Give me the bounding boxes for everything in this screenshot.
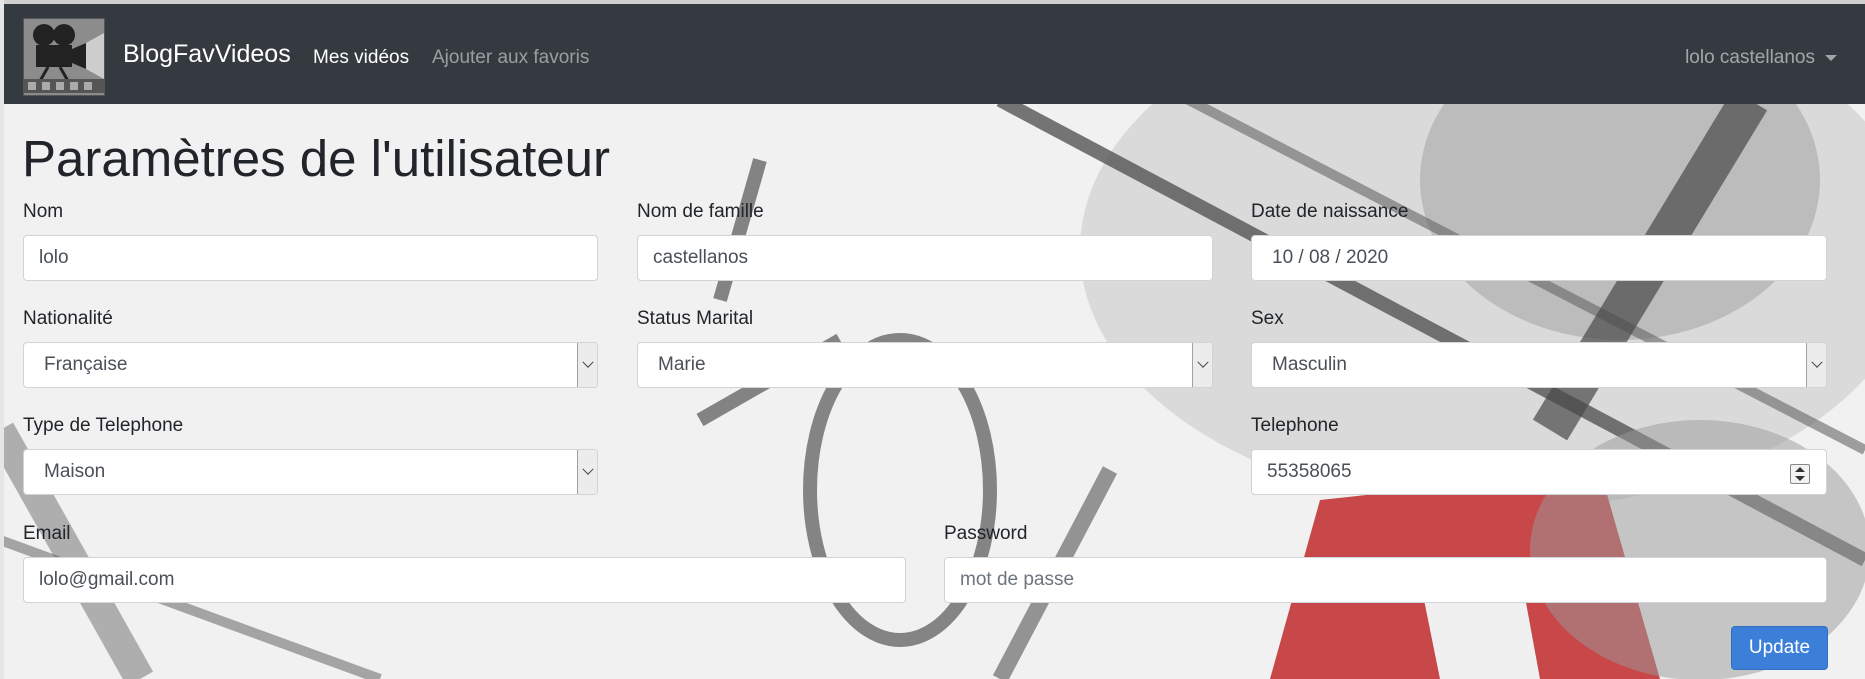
nationalite-select[interactable]: Française <box>23 342 598 388</box>
email-label: Email <box>23 523 71 544</box>
status-marital-select[interactable]: Marie <box>637 342 1213 388</box>
film-camera-logo[interactable] <box>23 18 105 96</box>
sex-selected: Masculin <box>1272 354 1347 375</box>
status-marital-label: Status Marital <box>637 308 754 329</box>
update-button[interactable]: Update <box>1731 626 1828 670</box>
caret-down-icon <box>1825 54 1837 61</box>
telephone-field[interactable]: 55358065 <box>1251 449 1827 495</box>
number-spinner-icon[interactable] <box>1790 464 1810 484</box>
nom-famille-label: Nom de famille <box>637 201 764 222</box>
nationalite-label: Nationalité <box>23 308 113 329</box>
type-telephone-selected: Maison <box>44 461 106 482</box>
nom-field[interactable]: lolo <box>23 235 598 281</box>
chevron-down-icon[interactable] <box>577 343 597 387</box>
password-field[interactable]: mot de passe <box>944 557 1827 603</box>
nav-link-ajouter-favoris[interactable]: Ajouter aux favoris <box>432 48 589 67</box>
nav-link-mes-videos[interactable]: Mes vidéos <box>313 48 409 67</box>
date-naissance-label: Date de naissance <box>1251 201 1409 222</box>
nationalite-selected: Française <box>44 354 128 375</box>
user-dropdown[interactable]: lolo castellanos <box>1685 48 1837 67</box>
telephone-label: Telephone <box>1251 415 1339 436</box>
navbar-brand[interactable]: BlogFavVideos <box>123 42 291 67</box>
chevron-down-icon[interactable] <box>577 450 597 494</box>
chevron-down-icon[interactable] <box>1192 343 1212 387</box>
user-name: lolo castellanos <box>1685 47 1815 68</box>
date-naissance-field[interactable]: 10 / 08 / 2020 <box>1251 235 1827 281</box>
chevron-down-icon[interactable] <box>1806 343 1826 387</box>
telephone-value: 55358065 <box>1267 461 1352 482</box>
password-label: Password <box>944 523 1028 544</box>
sex-label: Sex <box>1251 308 1284 329</box>
nom-famille-field[interactable]: castellanos <box>637 235 1213 281</box>
sex-select[interactable]: Masculin <box>1251 342 1827 388</box>
type-telephone-select[interactable]: Maison <box>23 449 598 495</box>
type-telephone-label: Type de Telephone <box>23 415 184 436</box>
navbar: BlogFavVideos Mes vidéos Ajouter aux fav… <box>4 4 1865 104</box>
status-marital-selected: Marie <box>658 354 706 375</box>
nom-label: Nom <box>23 201 64 222</box>
email-field[interactable]: lolo@gmail.com <box>23 557 906 603</box>
page-title: Paramètres de l'utilisateur <box>22 130 610 187</box>
